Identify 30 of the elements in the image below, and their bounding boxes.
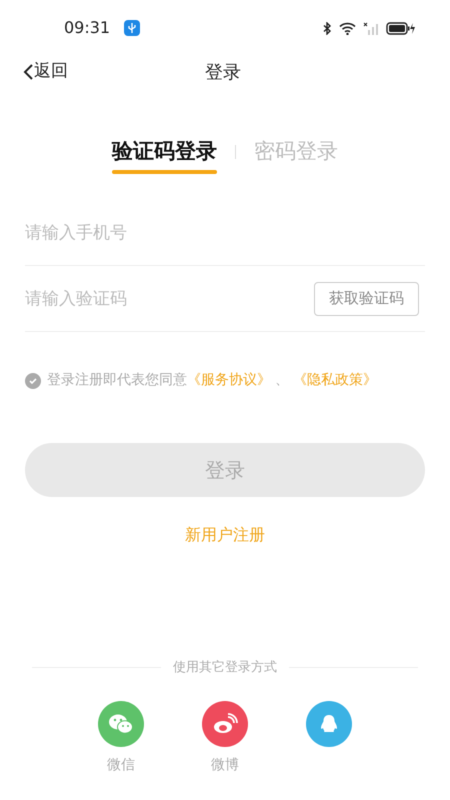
separator-text: 、 xyxy=(275,371,289,390)
check-icon xyxy=(28,376,38,386)
bluetooth-icon xyxy=(323,22,332,34)
phone-field[interactable]: 请输入手机号 xyxy=(25,212,425,252)
signal-icon xyxy=(363,22,379,34)
eye-signal-icon xyxy=(212,713,238,735)
other-login-title: 使用其它登录方式 xyxy=(172,658,278,676)
social-login-button[interactable] xyxy=(98,701,144,747)
battery-icon xyxy=(386,22,416,34)
register-link[interactable]: 新用户注册 xyxy=(185,523,265,547)
tab[interactable]: 验证码登录 xyxy=(112,136,217,168)
login-option-label: 微博 xyxy=(211,756,239,775)
get-code-button[interactable]: 获取验证码 xyxy=(314,282,419,316)
policy-link[interactable]: 《隐私政策》 xyxy=(293,370,377,391)
chat-bubbles-icon xyxy=(108,713,134,735)
status-time: 09:31 xyxy=(64,17,110,39)
code-field[interactable]: 请输入验证码 xyxy=(25,278,314,318)
usb-icon xyxy=(124,20,140,36)
agree-checkbox[interactable] xyxy=(25,372,41,388)
wifi-icon xyxy=(339,22,356,34)
login-option-label: 微信 xyxy=(107,756,135,775)
social-login-button[interactable] xyxy=(306,701,352,747)
agreement-text: 登录注册即代表您同意 xyxy=(47,371,187,390)
penguin-icon xyxy=(319,713,339,735)
policy-link[interactable]: 《服务协议》 xyxy=(187,370,271,391)
chevron-left-icon xyxy=(22,63,34,81)
tab[interactable]: 密码登录 xyxy=(254,136,338,168)
social-login-button[interactable] xyxy=(202,701,248,747)
page-title: 登录 xyxy=(205,60,241,84)
back-button[interactable]: 返回 xyxy=(22,59,68,85)
